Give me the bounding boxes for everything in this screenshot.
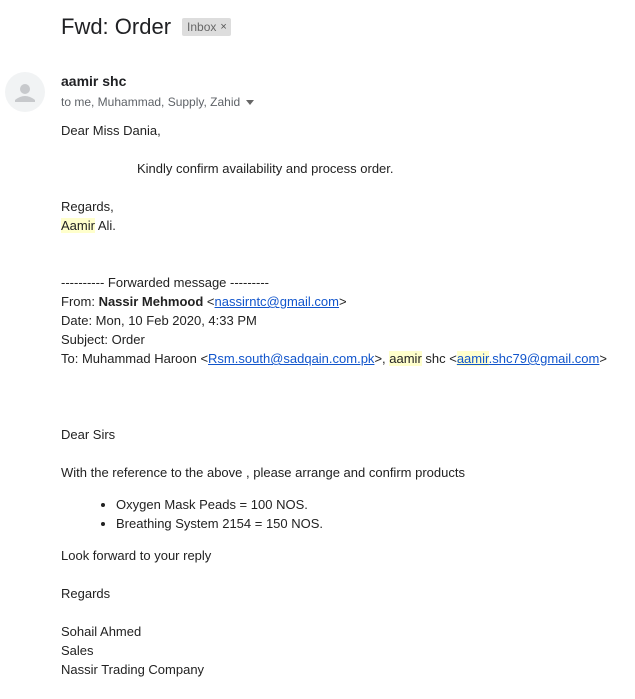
reply-signature-rest: Ali.	[94, 218, 116, 233]
to-email-link-1[interactable]: Rsm.south@sadqain.com.pk	[208, 351, 374, 366]
recipients-text: to me, Muhammad, Supply, Zahid	[61, 95, 241, 109]
from-email-link[interactable]: nassirntc@gmail.com	[215, 294, 339, 309]
signature-dept: Sales	[61, 643, 94, 658]
remove-label-icon[interactable]: ×	[220, 21, 226, 33]
to-mid: >,	[374, 351, 390, 366]
highlight-aamir-2: aamir	[389, 351, 422, 366]
product-list: Oxygen Mask Peads = 100 NOS. Breathing S…	[61, 495, 631, 533]
reply-message: Kindly confirm availability and process …	[137, 161, 394, 176]
forwarded-date: Date: Mon, 10 Feb 2020, 4:33 PM	[61, 313, 257, 328]
highlight-aamir-3: aamir	[456, 351, 489, 366]
to-email-link-2[interactable]: aamir.shc79@gmail.com	[456, 351, 600, 366]
inbox-label-text: Inbox	[187, 20, 217, 34]
from-name: Nassir Mehmood	[98, 294, 204, 309]
chevron-down-icon[interactable]	[246, 99, 255, 105]
forwarded-from: From: Nassir Mehmood <nassirntc@gmail.co…	[61, 294, 347, 309]
inbox-label-chip[interactable]: Inbox ×	[182, 18, 231, 36]
to-name2-rest: shc <	[421, 351, 457, 366]
list-item: Breathing System 2154 = 150 NOS.	[116, 514, 631, 533]
person-icon	[15, 84, 35, 102]
original-greeting: Dear Sirs	[61, 427, 116, 442]
original-regards: Regards	[61, 586, 111, 601]
original-closing: Look forward to your reply	[61, 548, 212, 563]
recipients-line[interactable]: to me, Muhammad, Supply, Zahid	[61, 95, 255, 109]
forwarded-to: To: Muhammad Haroon <Rsm.south@sadqain.c…	[61, 349, 631, 368]
reply-regards: Regards,	[61, 199, 114, 214]
list-item: Oxygen Mask Peads = 100 NOS.	[116, 495, 631, 514]
subject-row: Fwd: Order Inbox ×	[61, 14, 231, 40]
from-label: From:	[61, 294, 99, 309]
forwarded-subject: Subject: Order	[61, 332, 145, 347]
reply-signature: Aamir Ali.	[61, 216, 631, 235]
forwarded-header: ---------- Forwarded message ---------	[61, 275, 269, 290]
highlight-aamir: Aamir	[61, 218, 95, 233]
sender-name[interactable]: aamir shc	[61, 73, 126, 89]
avatar[interactable]	[5, 72, 45, 112]
reply-greeting: Dear Miss Dania,	[61, 123, 161, 138]
email-subject: Fwd: Order	[61, 14, 172, 39]
to-end: >	[599, 351, 607, 366]
to-email2-rest: .shc79@gmail.com	[488, 351, 600, 366]
signature-company: Nassir Trading Company	[61, 662, 205, 677]
to-label: To: Muhammad Haroon <	[61, 351, 209, 366]
message-body: Dear Miss Dania, Kindly confirm availabi…	[61, 121, 631, 679]
signature-name: Sohail Ahmed	[61, 624, 142, 639]
original-intro: With the reference to the above , please…	[61, 465, 465, 480]
